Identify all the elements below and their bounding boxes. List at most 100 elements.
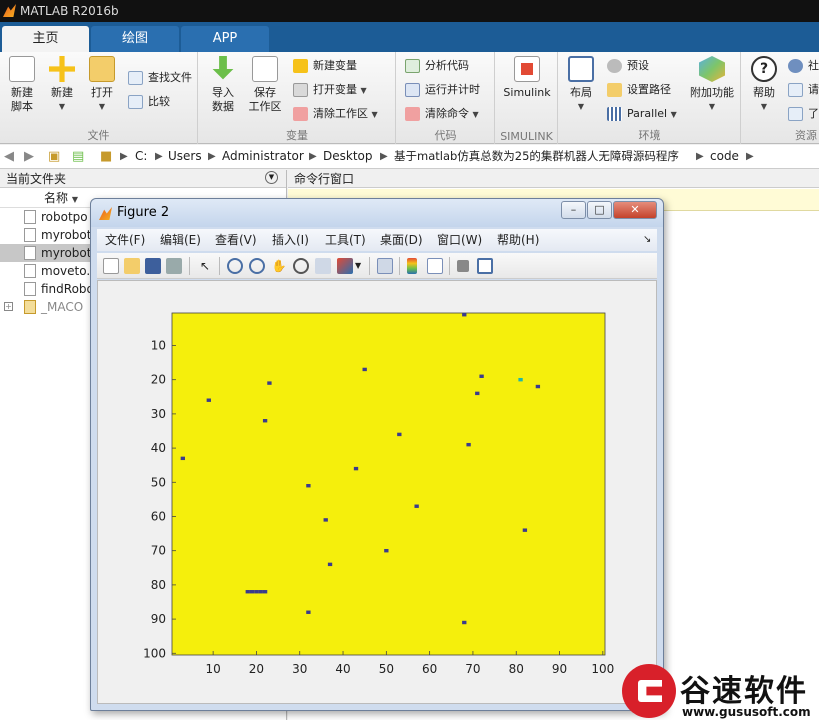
figure-title: Figure 2: [117, 205, 170, 220]
save-workspace-button[interactable]: 保存 工作区: [245, 56, 285, 114]
new-label: 新建: [51, 86, 73, 99]
hide-tools-icon[interactable]: [457, 260, 469, 272]
tab-home[interactable]: 主页: [2, 26, 89, 52]
x-tick-label: 30: [292, 662, 307, 676]
heatmap-cell: [414, 504, 419, 508]
new-variable-button[interactable]: 新建变量: [293, 58, 357, 74]
rotate-icon[interactable]: [293, 258, 309, 274]
colorbar-icon[interactable]: [407, 258, 417, 274]
menu-edit[interactable]: 编辑(E): [160, 229, 201, 251]
chevron-right-icon: ▶: [746, 151, 754, 162]
chevron-down-icon: ▼: [670, 110, 677, 119]
compare-button[interactable]: 比较: [128, 94, 170, 110]
panel-menu-icon[interactable]: ▼: [265, 171, 278, 184]
menu-help[interactable]: 帮助(H): [497, 229, 539, 251]
maximize-button[interactable]: □: [587, 201, 612, 219]
breadcrumb-code[interactable]: code: [710, 145, 739, 168]
expand-plus-icon[interactable]: +: [4, 302, 13, 311]
menu-file[interactable]: 文件(F): [105, 229, 145, 251]
legend-icon[interactable]: [427, 258, 443, 274]
analyze-code-button[interactable]: 分析代码: [405, 58, 469, 74]
breadcrumb-users[interactable]: Users: [168, 145, 202, 168]
find-files-button[interactable]: 查找文件: [128, 70, 192, 86]
print-icon[interactable]: [166, 258, 182, 274]
menu-window[interactable]: 窗口(W): [437, 229, 482, 251]
preferences-button[interactable]: 预设: [607, 58, 649, 74]
run-and-time-label: 运行并计时: [425, 83, 480, 96]
chevron-down-icon[interactable]: ▼: [355, 258, 363, 274]
layout-button[interactable]: 布局 ▼: [563, 56, 599, 114]
clear-commands-button[interactable]: 清除命令 ▼: [405, 106, 479, 123]
addons-button[interactable]: 附加功能 ▼: [685, 56, 739, 114]
chevron-down-icon: ▼: [760, 102, 768, 111]
clear-workspace-button[interactable]: 清除工作区 ▼: [293, 106, 378, 123]
up-folder-icon[interactable]: ▣: [48, 145, 60, 168]
heatmap-plot[interactable]: 10 20 30 40 50 60 70 80 90 100 10 20 30 40 50 60 70 80 90 1…: [98, 281, 656, 703]
plus-icon: [49, 56, 75, 82]
new-figure-icon[interactable]: [103, 258, 119, 274]
x-tick-label: 100: [591, 662, 614, 676]
zoom-out-icon[interactable]: [249, 258, 265, 274]
brush-icon[interactable]: [337, 258, 353, 274]
breadcrumb-project[interactable]: 基于matlab仿真总数为25的集群机器人无障碍源码程序: [394, 145, 679, 168]
menu-desktop[interactable]: 桌面(D): [380, 229, 423, 251]
dock-arrow-icon[interactable]: ↘: [643, 229, 651, 251]
import-arrow-icon: [212, 56, 234, 80]
compare-label: 比较: [148, 95, 170, 108]
parallel-button[interactable]: Parallel ▼: [607, 106, 677, 123]
open-file-icon[interactable]: [124, 258, 140, 274]
menu-insert[interactable]: 插入(I): [272, 229, 309, 251]
group-variable: 导入 数据 保存 工作区 新建变量 打开变量 ▼ 清除工作区 ▼ 变量: [199, 52, 396, 144]
zoom-in-icon[interactable]: [227, 258, 243, 274]
link-plot-icon[interactable]: [377, 258, 393, 274]
open-variable-button[interactable]: 打开变量 ▼: [293, 82, 367, 99]
breadcrumb-desktop[interactable]: Desktop: [323, 145, 373, 168]
browse-folder-icon[interactable]: ▤: [72, 145, 84, 168]
heatmap-cell: [306, 610, 311, 614]
new-button[interactable]: 新建 ▼: [44, 56, 80, 114]
y-tick-label: 100: [143, 646, 166, 660]
back-arrow-icon[interactable]: ◀: [4, 145, 14, 168]
run-and-time-button[interactable]: 运行并计时: [405, 82, 480, 98]
analyze-code-icon: [405, 59, 420, 73]
request-support-button[interactable]: 请: [788, 82, 819, 98]
breadcrumb-administrator[interactable]: Administrator: [222, 145, 304, 168]
community-button[interactable]: 社: [788, 58, 819, 74]
workspace-icon: [252, 56, 278, 82]
close-button[interactable]: ✕: [613, 201, 657, 219]
addons-label: 附加功能: [690, 86, 734, 99]
help-button[interactable]: ? 帮助 ▼: [746, 56, 782, 114]
tab-plots[interactable]: 绘图: [91, 26, 179, 52]
breadcrumb-c[interactable]: C:: [135, 145, 147, 168]
data-cursor-icon[interactable]: [315, 258, 331, 274]
learn-matlab-button[interactable]: 了: [788, 106, 819, 122]
new-script-button[interactable]: 新建 脚本: [4, 56, 40, 114]
tab-apps[interactable]: APP: [181, 26, 269, 52]
import-data-button[interactable]: 导入 数据: [205, 56, 241, 114]
pan-hand-icon[interactable]: ✋: [271, 258, 287, 274]
menu-tools[interactable]: 工具(T): [325, 229, 366, 251]
menu-view[interactable]: 查看(V): [215, 229, 257, 251]
new-variable-icon: [293, 59, 308, 73]
mfile-icon: [24, 264, 36, 278]
show-tools-icon[interactable]: [477, 258, 493, 274]
forward-arrow-icon[interactable]: ▶: [24, 145, 34, 168]
figure-canvas: 10 20 30 40 50 60 70 80 90 100 10 20 30 40 50 60 70 80 90 1…: [97, 280, 657, 704]
pointer-icon[interactable]: ↖: [197, 258, 213, 274]
save-icon[interactable]: [145, 258, 161, 274]
minimize-button[interactable]: –: [561, 201, 586, 219]
eraser-icon: [405, 107, 420, 121]
figure-title-bar[interactable]: Figure 2 – □ ✕: [91, 199, 663, 227]
matlab-logo-icon: [3, 4, 16, 17]
simulink-button[interactable]: Simulink: [500, 56, 554, 100]
mfile-icon: [24, 282, 36, 296]
file-name: findRobo: [41, 282, 94, 296]
set-path-button[interactable]: 设置路径: [607, 82, 671, 98]
new-script-label: 新建 脚本: [11, 86, 33, 113]
open-button[interactable]: 打开 ▼: [84, 56, 120, 114]
y-tick-label: 80: [151, 578, 166, 592]
simulink-label: Simulink: [503, 86, 551, 99]
chevron-down-icon: ▼: [58, 102, 66, 111]
y-tick-label: 40: [151, 441, 166, 455]
parallel-icon: [607, 107, 622, 121]
